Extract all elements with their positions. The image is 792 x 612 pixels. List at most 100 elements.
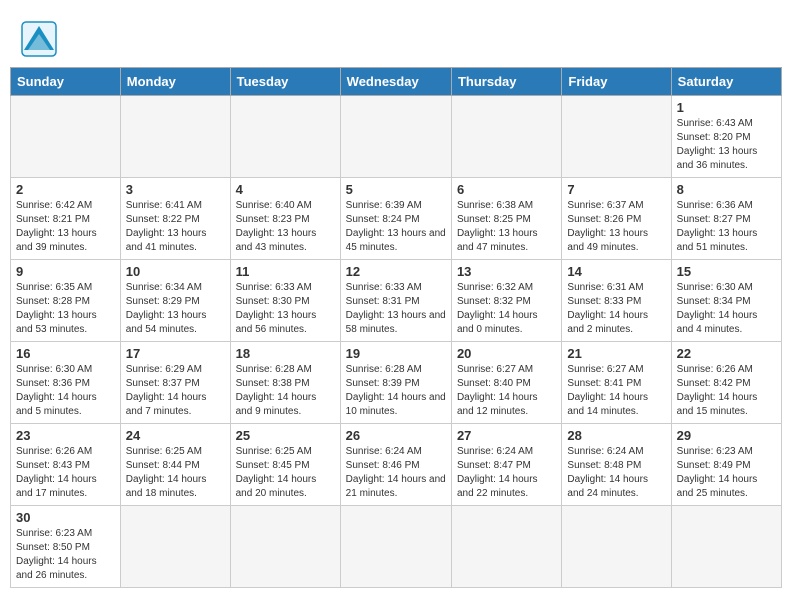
day-info: Sunrise: 6:30 AM Sunset: 8:34 PM Dayligh…	[677, 281, 776, 337]
day-number: 13	[457, 264, 556, 279]
day-number: 27	[457, 428, 556, 443]
day-info: Sunrise: 6:29 AM Sunset: 8:37 PM Dayligh…	[126, 363, 225, 419]
calendar-cell: 3 Sunrise: 6:41 AM Sunset: 8:22 PM Daylig…	[120, 178, 230, 260]
calendar-cell: 15 Sunrise: 6:30 AM Sunset: 8:34 PM Dayli…	[671, 260, 781, 342]
calendar-cell	[451, 96, 561, 178]
calendar-cell: 17 Sunrise: 6:29 AM Sunset: 8:37 PM Dayli…	[120, 342, 230, 424]
day-number: 22	[677, 346, 776, 361]
calendar-cell: 24Sunrise: 6:25 AM Sunset: 8:44 PM Dayli…	[120, 424, 230, 506]
day-info: Sunrise: 6:39 AM Sunset: 8:24 PM Dayligh…	[346, 199, 446, 255]
col-header-tuesday: Tuesday	[230, 68, 340, 96]
calendar-cell: 25Sunrise: 6:25 AM Sunset: 8:45 PM Dayli…	[230, 424, 340, 506]
calendar-cell	[562, 96, 671, 178]
calendar-header-row: SundayMondayTuesdayWednesdayThursdayFrid…	[11, 68, 782, 96]
day-number: 15	[677, 264, 776, 279]
calendar-cell: 26Sunrise: 6:24 AM Sunset: 8:46 PM Dayli…	[340, 424, 451, 506]
day-number: 26	[346, 428, 446, 443]
calendar-cell: 10 Sunrise: 6:34 AM Sunset: 8:29 PM Dayli…	[120, 260, 230, 342]
col-header-wednesday: Wednesday	[340, 68, 451, 96]
day-number: 29	[677, 428, 776, 443]
day-number: 6	[457, 182, 556, 197]
day-info: Sunrise: 6:23 AM Sunset: 8:50 PM Dayligh…	[16, 527, 115, 583]
calendar-cell	[120, 96, 230, 178]
day-info: Sunrise: 6:28 AM Sunset: 8:38 PM Dayligh…	[236, 363, 335, 419]
calendar-cell: 30 Sunrise: 6:23 AM Sunset: 8:50 PM Dayli…	[11, 506, 121, 588]
calendar-cell: 28Sunrise: 6:24 AM Sunset: 8:48 PM Dayli…	[562, 424, 671, 506]
day-number: 3	[126, 182, 225, 197]
day-number: 19	[346, 346, 446, 361]
calendar-cell	[340, 96, 451, 178]
calendar-cell: 2Sunrise: 6:42 AM Sunset: 8:21 PM Daylig…	[11, 178, 121, 260]
day-info: Sunrise: 6:33 AM Sunset: 8:31 PM Dayligh…	[346, 281, 446, 337]
calendar-cell: 27 Sunrise: 6:24 AM Sunset: 8:47 PM Dayli…	[451, 424, 561, 506]
day-number: 1	[677, 100, 776, 115]
calendar-week-row: 16Sunrise: 6:30 AM Sunset: 8:36 PM Dayli…	[11, 342, 782, 424]
calendar-cell: 7Sunrise: 6:37 AM Sunset: 8:26 PM Daylig…	[562, 178, 671, 260]
calendar-week-row: 1 Sunrise: 6:43 AM Sunset: 8:20 PM Daylig…	[11, 96, 782, 178]
logo	[20, 20, 60, 58]
calendar-cell: 22Sunrise: 6:26 AM Sunset: 8:42 PM Dayli…	[671, 342, 781, 424]
day-info: Sunrise: 6:33 AM Sunset: 8:30 PM Dayligh…	[236, 281, 335, 337]
col-header-thursday: Thursday	[451, 68, 561, 96]
calendar-cell	[340, 506, 451, 588]
day-number: 28	[567, 428, 665, 443]
calendar-week-row: 30 Sunrise: 6:23 AM Sunset: 8:50 PM Dayli…	[11, 506, 782, 588]
day-number: 11	[236, 264, 335, 279]
col-header-saturday: Saturday	[671, 68, 781, 96]
calendar-cell: 13 Sunrise: 6:32 AM Sunset: 8:32 PM Dayli…	[451, 260, 561, 342]
col-header-friday: Friday	[562, 68, 671, 96]
day-number: 12	[346, 264, 446, 279]
day-number: 10	[126, 264, 225, 279]
calendar-cell	[671, 506, 781, 588]
calendar-cell: 14 Sunrise: 6:31 AM Sunset: 8:33 PM Dayli…	[562, 260, 671, 342]
day-info: Sunrise: 6:43 AM Sunset: 8:20 PM Dayligh…	[677, 117, 776, 173]
calendar-week-row: 23Sunrise: 6:26 AM Sunset: 8:43 PM Dayli…	[11, 424, 782, 506]
calendar-cell: 1 Sunrise: 6:43 AM Sunset: 8:20 PM Daylig…	[671, 96, 781, 178]
day-info: Sunrise: 6:34 AM Sunset: 8:29 PM Dayligh…	[126, 281, 225, 337]
calendar-cell: 29 Sunrise: 6:23 AM Sunset: 8:49 PM Dayli…	[671, 424, 781, 506]
calendar-cell: 5 Sunrise: 6:39 AM Sunset: 8:24 PM Daylig…	[340, 178, 451, 260]
day-info: Sunrise: 6:28 AM Sunset: 8:39 PM Dayligh…	[346, 363, 446, 419]
calendar-cell: 11 Sunrise: 6:33 AM Sunset: 8:30 PM Dayli…	[230, 260, 340, 342]
day-number: 17	[126, 346, 225, 361]
calendar-cell	[11, 96, 121, 178]
day-number: 9	[16, 264, 115, 279]
day-number: 20	[457, 346, 556, 361]
calendar-cell: 9 Sunrise: 6:35 AM Sunset: 8:28 PM Daylig…	[11, 260, 121, 342]
calendar-cell: 21 Sunrise: 6:27 AM Sunset: 8:41 PM Dayli…	[562, 342, 671, 424]
day-number: 5	[346, 182, 446, 197]
day-info: Sunrise: 6:35 AM Sunset: 8:28 PM Dayligh…	[16, 281, 115, 337]
day-info: Sunrise: 6:41 AM Sunset: 8:22 PM Dayligh…	[126, 199, 225, 255]
calendar-cell: 8Sunrise: 6:36 AM Sunset: 8:27 PM Daylig…	[671, 178, 781, 260]
day-number: 23	[16, 428, 115, 443]
calendar-week-row: 9 Sunrise: 6:35 AM Sunset: 8:28 PM Daylig…	[11, 260, 782, 342]
calendar-cell	[451, 506, 561, 588]
day-number: 14	[567, 264, 665, 279]
calendar-cell: 16Sunrise: 6:30 AM Sunset: 8:36 PM Dayli…	[11, 342, 121, 424]
day-number: 21	[567, 346, 665, 361]
calendar-cell	[120, 506, 230, 588]
day-number: 30	[16, 510, 115, 525]
day-info: Sunrise: 6:27 AM Sunset: 8:41 PM Dayligh…	[567, 363, 665, 419]
calendar-cell	[230, 506, 340, 588]
logo-icon	[20, 20, 58, 58]
day-info: Sunrise: 6:23 AM Sunset: 8:49 PM Dayligh…	[677, 445, 776, 501]
day-number: 7	[567, 182, 665, 197]
day-info: Sunrise: 6:30 AM Sunset: 8:36 PM Dayligh…	[16, 363, 115, 419]
calendar-cell: 4Sunrise: 6:40 AM Sunset: 8:23 PM Daylig…	[230, 178, 340, 260]
col-header-monday: Monday	[120, 68, 230, 96]
day-number: 25	[236, 428, 335, 443]
day-info: Sunrise: 6:40 AM Sunset: 8:23 PM Dayligh…	[236, 199, 335, 255]
day-info: Sunrise: 6:24 AM Sunset: 8:47 PM Dayligh…	[457, 445, 556, 501]
calendar-cell: 12 Sunrise: 6:33 AM Sunset: 8:31 PM Dayli…	[340, 260, 451, 342]
day-info: Sunrise: 6:25 AM Sunset: 8:44 PM Dayligh…	[126, 445, 225, 501]
day-info: Sunrise: 6:32 AM Sunset: 8:32 PM Dayligh…	[457, 281, 556, 337]
calendar-cell	[230, 96, 340, 178]
day-info: Sunrise: 6:27 AM Sunset: 8:40 PM Dayligh…	[457, 363, 556, 419]
day-info: Sunrise: 6:31 AM Sunset: 8:33 PM Dayligh…	[567, 281, 665, 337]
calendar-cell: 19 Sunrise: 6:28 AM Sunset: 8:39 PM Dayli…	[340, 342, 451, 424]
calendar-cell: 20 Sunrise: 6:27 AM Sunset: 8:40 PM Dayli…	[451, 342, 561, 424]
day-info: Sunrise: 6:38 AM Sunset: 8:25 PM Dayligh…	[457, 199, 556, 255]
day-info: Sunrise: 6:42 AM Sunset: 8:21 PM Dayligh…	[16, 199, 115, 255]
day-number: 8	[677, 182, 776, 197]
